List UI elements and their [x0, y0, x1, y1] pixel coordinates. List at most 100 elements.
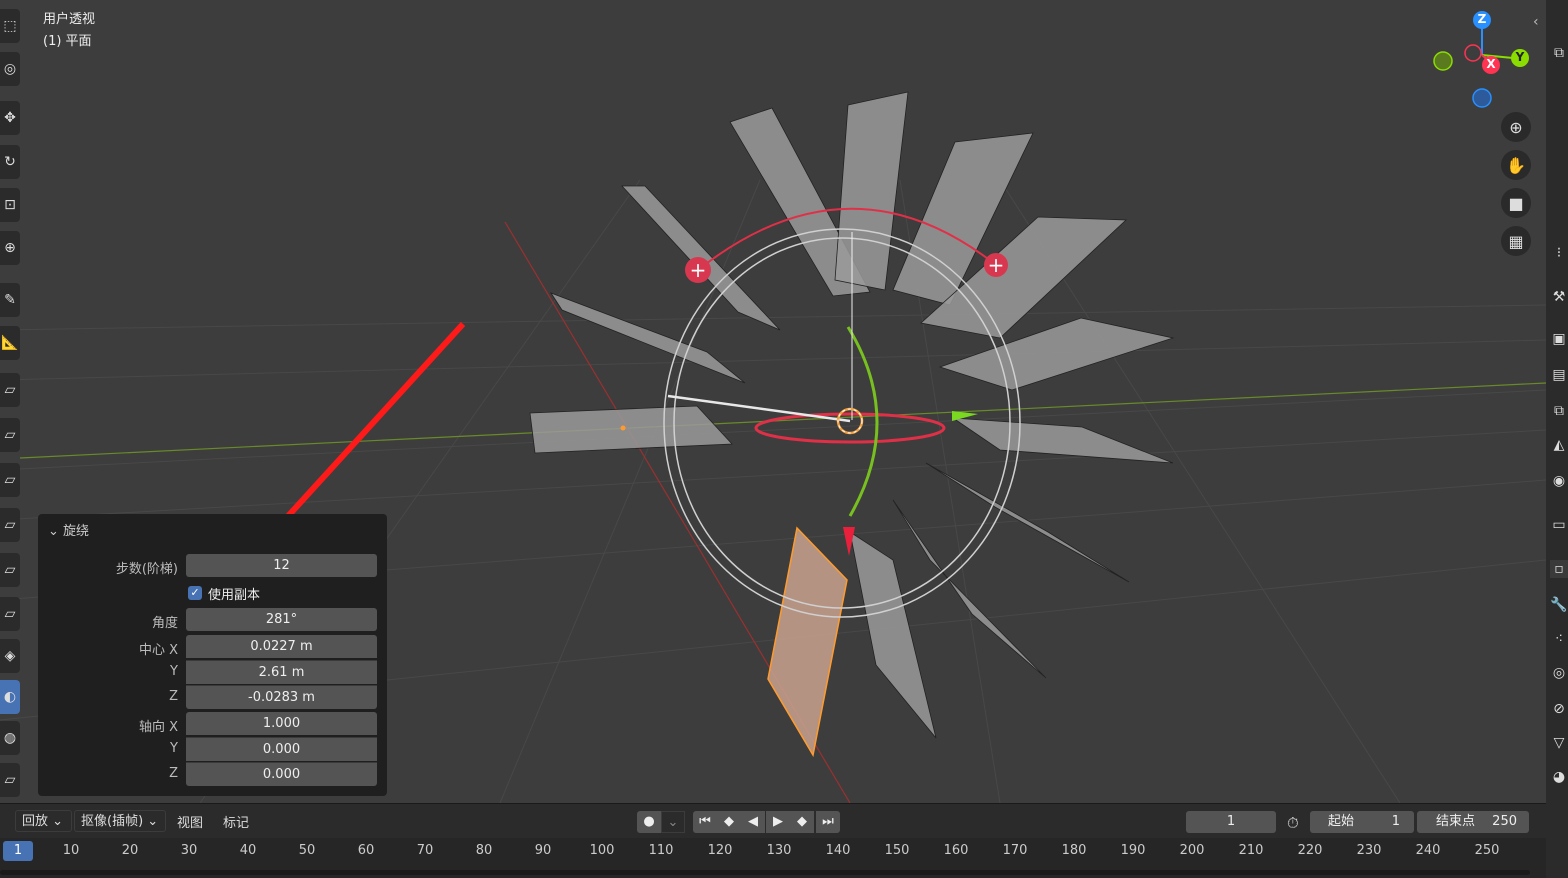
frame-number: 100 [589, 843, 615, 858]
axis-y-label: Y [170, 741, 178, 756]
playback-dropdown[interactable]: 回放 ⌄ [15, 810, 72, 832]
loop-cut-icon[interactable]: ▱ [0, 553, 20, 587]
frame-number: 30 [180, 843, 198, 858]
current-frame-field[interactable]: 1 [1186, 811, 1276, 833]
world-icon[interactable]: ◉ [1550, 472, 1568, 490]
smooth-icon[interactable]: ◍ [0, 721, 20, 755]
timeline-header: 回放 ⌄ 抠像(插帧) ⌄ 视图 标记 ● ⌄ ⏮ ◆ ◀ ▶ ◆ ⏭ 1 ⏱ … [0, 803, 1546, 839]
frame-number: 160 [943, 843, 969, 858]
jump-end-icon[interactable]: ⏭ [816, 811, 840, 833]
collapse-arrow-icon[interactable]: ‹ [1533, 14, 1539, 30]
output-icon[interactable]: ▤ [1550, 366, 1568, 384]
constraints-icon[interactable]: ⊘ [1550, 700, 1568, 718]
3d-viewport[interactable]: + + Z X Y 用户透视 (1) 平面 ⊕ ✋ ■ ▦ ‹ ⬚ ◎ ✥ ↻ … [0, 0, 1546, 803]
frame-number: 180 [1061, 843, 1087, 858]
svg-text:+: + [988, 253, 1005, 277]
extrude-icon[interactable]: ▱ [0, 418, 20, 452]
record-options-icon[interactable]: ⌄ [661, 811, 685, 833]
next-keyframe-icon[interactable]: ◆ [790, 811, 814, 833]
grid-ortho-icon[interactable]: ▦ [1501, 226, 1531, 256]
physics-icon[interactable]: ◎ [1550, 664, 1568, 682]
frame-number: 220 [1297, 843, 1323, 858]
keying-dropdown[interactable]: 抠像(插帧) ⌄ [74, 810, 166, 832]
view-menu[interactable]: 视图 [177, 812, 203, 831]
origin-dot [620, 425, 626, 431]
frame-number: 50 [298, 843, 316, 858]
inset-icon[interactable]: ▱ [0, 463, 20, 497]
object-icon[interactable]: ▫ [1550, 560, 1568, 578]
center-z-field[interactable]: -0.0283 m [186, 685, 377, 709]
particles-icon[interactable]: ⁖ [1550, 630, 1568, 648]
selected-plane[interactable] [767, 526, 848, 758]
viewport-info: 用户透视 (1) 平面 [43, 9, 95, 53]
spin-tool-icon[interactable]: ◐ [0, 680, 20, 714]
use-duplicates-checkbox[interactable]: ✓ [188, 586, 202, 600]
end-frame-field[interactable]: 结束点 250 [1417, 811, 1529, 833]
center-x-field[interactable]: 0.0227 m [186, 635, 377, 658]
rotate-icon[interactable]: ↻ [0, 145, 20, 179]
gizmo-y-label: Y [1515, 50, 1525, 64]
frame-number: 240 [1415, 843, 1441, 858]
playback-label: 回放 [22, 814, 49, 829]
add-cube-icon[interactable]: ▱ [0, 373, 20, 407]
panel-header[interactable]: ⌄ 旋绕 [48, 520, 89, 539]
center-z-label: Z [169, 689, 178, 704]
hand-pan-icon[interactable]: ✋ [1501, 150, 1531, 180]
axis-z-field[interactable]: 0.000 [186, 762, 377, 786]
timeline-ruler[interactable]: 1 10 20 30 40 50 60 70 80 90 100 110 120 130 140 150 16… [0, 838, 1546, 878]
frame-number: 250 [1474, 843, 1500, 858]
angle-field[interactable]: 281° [186, 608, 377, 631]
timeline-scrollbar[interactable] [0, 870, 1530, 875]
tool-icon[interactable]: ⁝ [1550, 244, 1568, 262]
data-icon[interactable]: ▽ [1550, 734, 1568, 752]
current-frame-indicator[interactable]: 1 [3, 841, 33, 861]
keying-label: 抠像(插帧) [81, 814, 144, 829]
render-icon[interactable]: ▣ [1550, 330, 1568, 348]
record-icon[interactable]: ● [637, 811, 661, 833]
start-value: 1 [1391, 814, 1400, 829]
scene-icon[interactable]: ◭ [1550, 436, 1568, 454]
left-toolbar: ⬚ ◎ ✥ ↻ ⊡ ⊕ ✎ 📐 ▱ ▱ ▱ ▱ ▱ ▱ ◈ ◐ ◍ ▱ [0, 0, 22, 803]
measure-icon[interactable]: 📐 [0, 326, 20, 360]
cursor-icon[interactable]: ◎ [0, 52, 20, 86]
zoom-icon[interactable]: ⊕ [1501, 112, 1531, 142]
start-label: 起始 [1328, 814, 1355, 829]
spin-operator-panel: ⌄ 旋绕 步数(阶梯) 12 ✓ 使用副本 角度 281° 中心 X 0.022… [38, 514, 387, 796]
prev-keyframe-icon[interactable]: ◆ [717, 811, 741, 833]
move-icon[interactable]: ✥ [0, 101, 20, 135]
scale-icon[interactable]: ⊡ [0, 188, 20, 222]
center-y-field[interactable]: 2.61 m [186, 660, 377, 684]
gizmo-z-label: Z [1477, 12, 1487, 26]
play-icon[interactable]: ▶ [766, 811, 790, 833]
camera-icon[interactable]: ■ [1501, 188, 1531, 218]
view-layer-icon[interactable]: ⧉ [1550, 44, 1568, 62]
annotate-icon[interactable]: ✎ [0, 283, 20, 317]
bevel-icon[interactable]: ▱ [0, 508, 20, 542]
tool-settings-icon[interactable]: ⚒ [1550, 288, 1568, 306]
view-layer-props-icon[interactable]: ⧉ [1550, 402, 1568, 420]
frame-number: 130 [766, 843, 792, 858]
material-icon[interactable]: ◕ [1550, 768, 1568, 786]
frame-number: 200 [1179, 843, 1205, 858]
axis-z-label: Z [169, 766, 178, 781]
axis-x-field[interactable]: 1.000 [186, 712, 377, 735]
marker-menu[interactable]: 标记 [223, 812, 249, 831]
start-frame-field[interactable]: 起始 1 [1310, 811, 1414, 833]
select-box-icon[interactable]: ⬚ [0, 9, 20, 43]
jump-start-icon[interactable]: ⏮ [693, 811, 717, 833]
stopwatch-icon[interactable]: ⏱ [1287, 814, 1299, 832]
frame-number: 140 [825, 843, 851, 858]
steps-field[interactable]: 12 [186, 554, 377, 577]
axis-y-field[interactable]: 0.000 [186, 737, 377, 761]
knife-icon[interactable]: ▱ [0, 597, 20, 631]
collection-icon[interactable]: ▭ [1550, 516, 1568, 534]
frame-number: 40 [239, 843, 257, 858]
play-reverse-icon[interactable]: ◀ [741, 811, 765, 833]
transform-icon[interactable]: ⊕ [0, 231, 20, 265]
poly-build-icon[interactable]: ◈ [0, 639, 20, 673]
shear-icon[interactable]: ▱ [0, 763, 20, 797]
frame-number: 230 [1356, 843, 1382, 858]
modifier-wrench-icon[interactable]: 🔧 [1550, 596, 1568, 614]
frame-number: 60 [357, 843, 375, 858]
center-y-label: Y [170, 664, 178, 679]
